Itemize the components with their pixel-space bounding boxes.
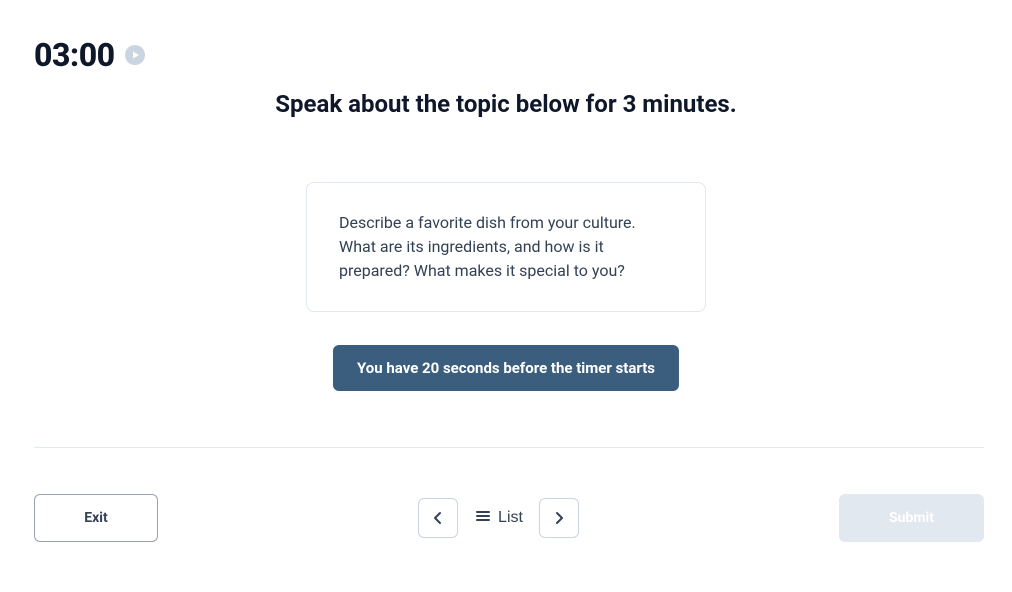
exit-button[interactable]: Exit	[34, 494, 158, 542]
footer: Exit List	[34, 494, 984, 542]
play-icon[interactable]	[125, 45, 145, 65]
instruction-text: Speak about the topic below for 3 minute…	[0, 90, 1012, 118]
prompt-text: Describe a favorite dish from your cultu…	[339, 213, 636, 280]
list-button-label: List	[498, 509, 523, 527]
submit-button[interactable]: Submit	[839, 494, 984, 542]
timer-display: 03:00	[34, 36, 115, 74]
countdown-banner: You have 20 seconds before the timer sta…	[333, 345, 679, 391]
footer-divider	[34, 447, 984, 448]
navigation-controls: List	[418, 498, 579, 538]
prompt-card: Describe a favorite dish from your cultu…	[306, 182, 706, 312]
chevron-right-icon	[551, 510, 567, 526]
next-button[interactable]	[539, 498, 579, 538]
prev-button[interactable]	[418, 498, 458, 538]
list-button[interactable]: List	[470, 501, 527, 536]
list-icon	[474, 507, 492, 530]
chevron-left-icon	[430, 510, 446, 526]
